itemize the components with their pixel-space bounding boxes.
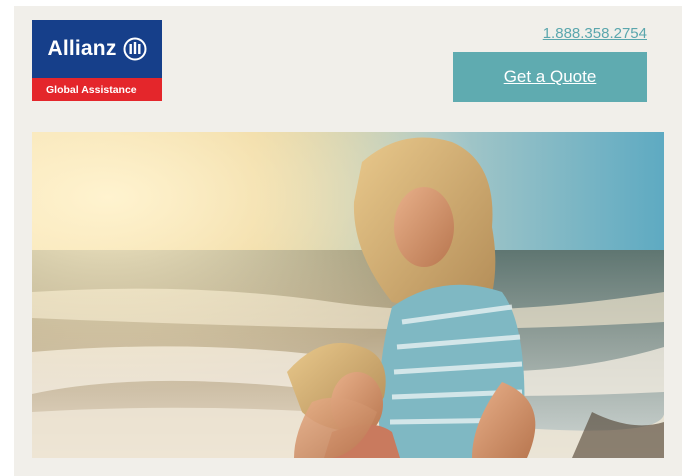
logo-tagline: Global Assistance bbox=[32, 78, 162, 101]
phone-link[interactable]: 1.888.358.2754 bbox=[543, 25, 647, 42]
allianz-eagle-icon bbox=[123, 37, 147, 61]
hero-image[interactable] bbox=[32, 132, 664, 458]
logo-wordmark: Allianz bbox=[32, 20, 162, 78]
email-body: Allianz Global Assistance 1.888.358.2754… bbox=[14, 6, 682, 476]
hero-photo bbox=[32, 132, 664, 458]
allianz-logo[interactable]: Allianz Global Assistance bbox=[32, 20, 162, 101]
brand-name: Allianz bbox=[47, 37, 117, 60]
get-a-quote-button[interactable]: Get a Quote bbox=[453, 52, 647, 102]
